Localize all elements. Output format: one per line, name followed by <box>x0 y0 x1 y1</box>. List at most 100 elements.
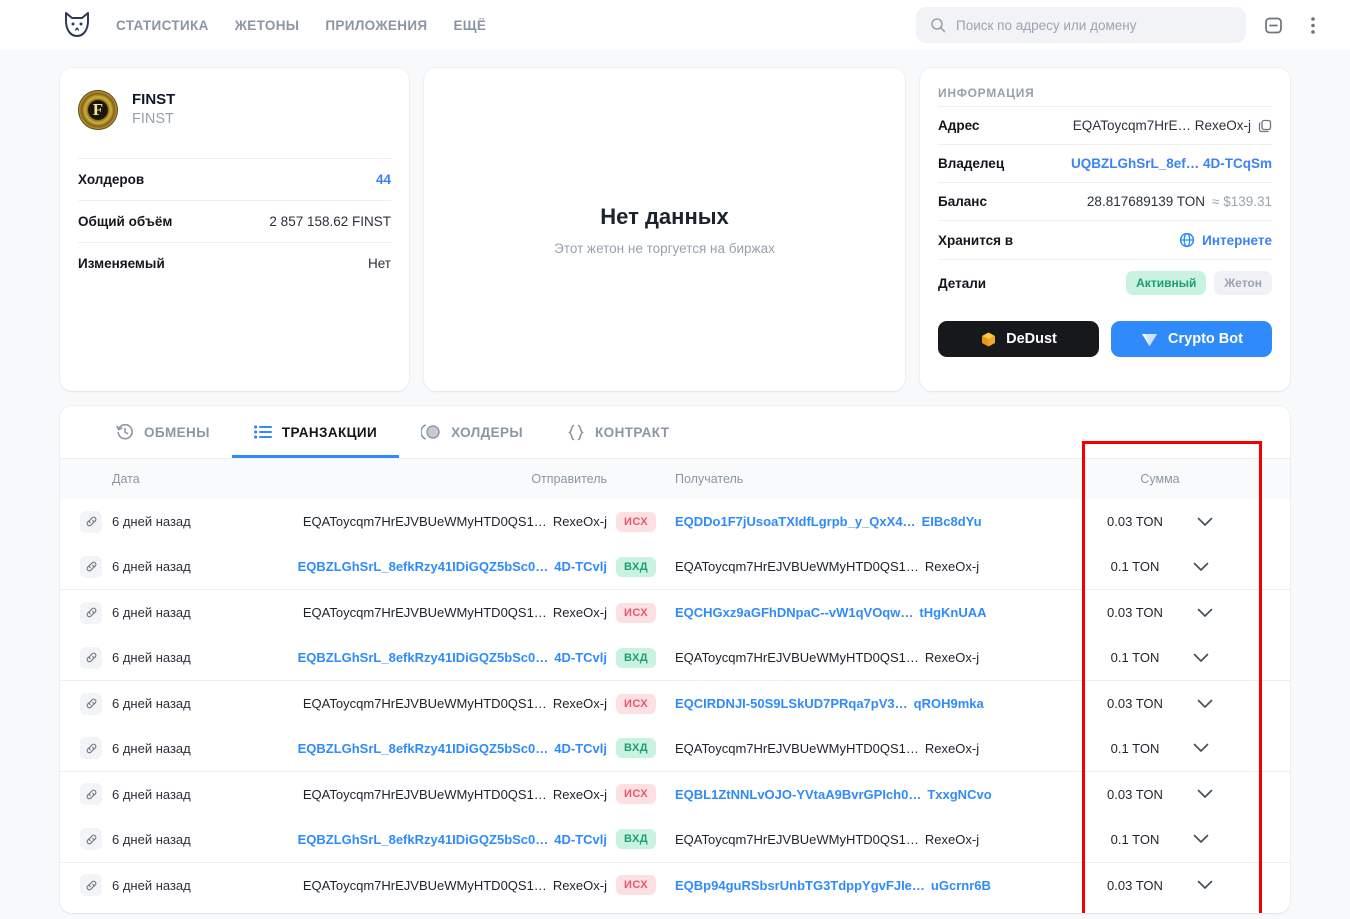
table-row[interactable]: 6 дней назад EQAToycqm7HrEJVBUeWMyHTD0QS1… <box>60 861 1290 908</box>
table-row[interactable]: 6 дней назад EQBZLGhSrL_8efkRzy41IDiGQZ5b… <box>60 635 1290 680</box>
sender-address: EQAToycqm7HrEJVBUeWMyHTD0QS1… <box>302 605 547 621</box>
transaction-link-icon[interactable] <box>80 646 102 669</box>
chevron-down-icon[interactable] <box>1193 834 1209 844</box>
transactions-table: Дата Отправитель Получатель Сумма 6 дней… <box>60 459 1290 908</box>
table-row[interactable]: 6 дней назад EQAToycqm7HrEJVBUeWMyHTD0QS1… <box>60 680 1290 726</box>
sender-address-tail[interactable]: 4D-TCvlj <box>554 741 607 756</box>
sender-address[interactable]: EQBZLGhSrL_8efkRzy41IDiGQZ5bSc0… <box>298 559 549 574</box>
status-badge-active: Активный <box>1126 271 1207 295</box>
amount-value: 0.03 TON <box>1107 605 1163 621</box>
chevron-down-icon[interactable] <box>1193 743 1209 753</box>
chevron-down-icon[interactable] <box>1197 699 1213 709</box>
direction-badge: ВХД <box>616 647 656 668</box>
table-row[interactable]: 6 дней назад EQBZLGhSrL_8efkRzy41IDiGQZ5b… <box>60 544 1290 589</box>
cat-logo-icon[interactable] <box>60 8 94 42</box>
row-date: 6 дней назад <box>112 770 267 817</box>
theme-toggle-icon[interactable] <box>1260 12 1286 38</box>
transaction-link-icon[interactable] <box>80 692 102 715</box>
direction-badge: ИСХ <box>616 602 656 623</box>
row-sender: EQAToycqm7HrEJVBUeWMyHTD0QS1… RexeOx-j <box>267 861 607 908</box>
token-row-mutable: Изменяемый Нет <box>78 242 391 284</box>
sender-address-tail[interactable]: 4D-TCvlj <box>554 559 607 574</box>
row-direction: ИСХ <box>607 770 665 817</box>
sender-address[interactable]: EQBZLGhSrL_8efkRzy41IDiGQZ5bSc0… <box>298 832 549 847</box>
sender-address-tail: RexeOx-j <box>552 605 607 621</box>
row-amount: 0.1 TON <box>1030 726 1290 771</box>
info-stored-value-group[interactable]: Интернете <box>1179 232 1272 248</box>
row-sender: EQAToycqm7HrEJVBUeWMyHTD0QS1… RexeOx-j <box>267 589 607 636</box>
dedust-cube-icon <box>980 331 997 348</box>
info-balance-value-group: 28.817689139 TON ≈ $139.31 <box>1087 194 1272 209</box>
nav-statistics[interactable]: СТАТИСТИКА <box>116 18 209 33</box>
info-row-details: Детали Активный Жетон <box>938 259 1272 306</box>
nav-apps[interactable]: ПРИЛОЖЕНИЯ <box>325 18 427 33</box>
amount-value: 0.1 TON <box>1110 740 1160 756</box>
nav-more[interactable]: ЕЩЁ <box>453 18 486 33</box>
chevron-down-icon[interactable] <box>1197 789 1213 799</box>
row-direction: ВХД <box>607 544 665 589</box>
page-body: F FINST FINST Холдеров 44 Общий объём 2 … <box>0 50 1350 913</box>
recipient-address-tail[interactable]: EIBc8dYu <box>922 514 982 529</box>
nav-jettons[interactable]: ЖЕТОНЫ <box>235 18 300 33</box>
dedust-button[interactable]: DeDust <box>938 321 1099 357</box>
sender-address-tail: RexeOx-j <box>552 786 607 802</box>
sender-address-tail: RexeOx-j <box>552 514 607 530</box>
kebab-menu-icon[interactable] <box>1300 12 1326 38</box>
table-row[interactable]: 6 дней назад EQBZLGhSrL_8efkRzy41IDiGQZ5b… <box>60 726 1290 771</box>
amount-value: 0.03 TON <box>1107 514 1163 530</box>
token-row-holders-value[interactable]: 44 <box>376 172 391 187</box>
table-row[interactable]: 6 дней назад EQAToycqm7HrEJVBUeWMyHTD0QS1… <box>60 589 1290 636</box>
chevron-down-icon[interactable] <box>1197 517 1213 527</box>
table-row[interactable]: 6 дней назад EQAToycqm7HrEJVBUeWMyHTD0QS1… <box>60 499 1290 544</box>
transaction-link-icon[interactable] <box>80 874 102 897</box>
tab-holders[interactable]: ХОЛДЕРЫ <box>399 406 545 459</box>
recipient-address[interactable]: EQDDo1F7jUsoaTXIdfLgrpb_y_QxX4… <box>675 514 916 529</box>
header-actions: Поиск по адресу или домену <box>916 7 1326 43</box>
table-row[interactable]: 6 дней назад EQAToycqm7HrEJVBUeWMyHTD0QS1… <box>60 770 1290 817</box>
crypto-bot-button[interactable]: Crypto Bot <box>1111 321 1272 357</box>
recipient-address[interactable]: EQCIRDNJI-50S9LSkUD7PRqa7pV3… <box>675 696 908 711</box>
chevron-down-icon[interactable] <box>1193 562 1209 572</box>
row-date: 6 дней назад <box>112 514 191 530</box>
sender-address-tail[interactable]: 4D-TCvlj <box>554 832 607 847</box>
transaction-link-icon[interactable] <box>80 555 102 578</box>
status-badges: Активный Жетон <box>1126 271 1272 295</box>
tab-swaps[interactable]: ОБМЕНЫ <box>94 406 232 459</box>
chevron-down-icon[interactable] <box>1197 880 1213 890</box>
transaction-link-icon[interactable] <box>80 601 102 624</box>
sender-address[interactable]: EQBZLGhSrL_8efkRzy41IDiGQZ5bSc0… <box>298 741 549 756</box>
direction-badge: ИСХ <box>616 693 656 714</box>
tab-contract[interactable]: КОНТРАКТ <box>545 407 691 459</box>
direction-badge: ИСХ <box>616 875 656 896</box>
sender-address-tail[interactable]: 4D-TCvlj <box>554 650 607 665</box>
sender-address[interactable]: EQBZLGhSrL_8efkRzy41IDiGQZ5bSc0… <box>298 650 549 665</box>
crypto-bot-icon <box>1140 331 1159 348</box>
recipient-address[interactable]: EQBp94guRSbsrUnbTG3TdppYgvFJIe… <box>675 878 925 893</box>
info-balance-label: Баланс <box>938 194 987 209</box>
info-stored-value: Интернете <box>1202 232 1272 248</box>
col-recipient: Получатель <box>665 459 1030 499</box>
tab-holders-label: ХОЛДЕРЫ <box>451 424 524 440</box>
row-direction: ИСХ <box>607 680 665 726</box>
row-date: 6 дней назад <box>112 559 191 575</box>
recipient-address-tail[interactable]: qROH9mka <box>914 696 984 711</box>
transaction-link-icon[interactable] <box>80 828 102 851</box>
recipient-address-tail[interactable]: uGcrnr6B <box>931 878 991 893</box>
recipient-address[interactable]: EQBL1ZtNNLvOJO-YVtaA9BvrGPIch0… <box>675 787 921 802</box>
transaction-link-icon[interactable] <box>80 510 102 533</box>
recipient-address-tail[interactable]: tHgKnUAA <box>919 605 986 620</box>
recipient-address[interactable]: EQCHGxz9aGFhDNpaC--vW1qVOqw… <box>675 605 913 620</box>
chevron-down-icon[interactable] <box>1193 653 1209 663</box>
transaction-link-icon[interactable] <box>80 783 102 806</box>
row-amount: 0.1 TON <box>1030 544 1290 589</box>
copy-icon[interactable] <box>1258 119 1272 133</box>
table-row[interactable]: 6 дней назад EQBZLGhSrL_8efkRzy41IDiGQZ5b… <box>60 817 1290 862</box>
recipient-address-tail[interactable]: TxxgNCvo <box>927 787 991 802</box>
search-icon <box>930 17 946 33</box>
search-input[interactable]: Поиск по адресу или домену <box>916 7 1246 43</box>
transaction-link-icon[interactable] <box>80 737 102 760</box>
tab-transactions[interactable]: ТРАНЗАКЦИИ <box>231 408 400 458</box>
token-row-supply-label: Общий объём <box>78 214 173 229</box>
info-owner-value[interactable]: UQBZLGhSrL_8ef… 4D-TCqSm <box>1071 156 1272 171</box>
chevron-down-icon[interactable] <box>1197 608 1213 618</box>
